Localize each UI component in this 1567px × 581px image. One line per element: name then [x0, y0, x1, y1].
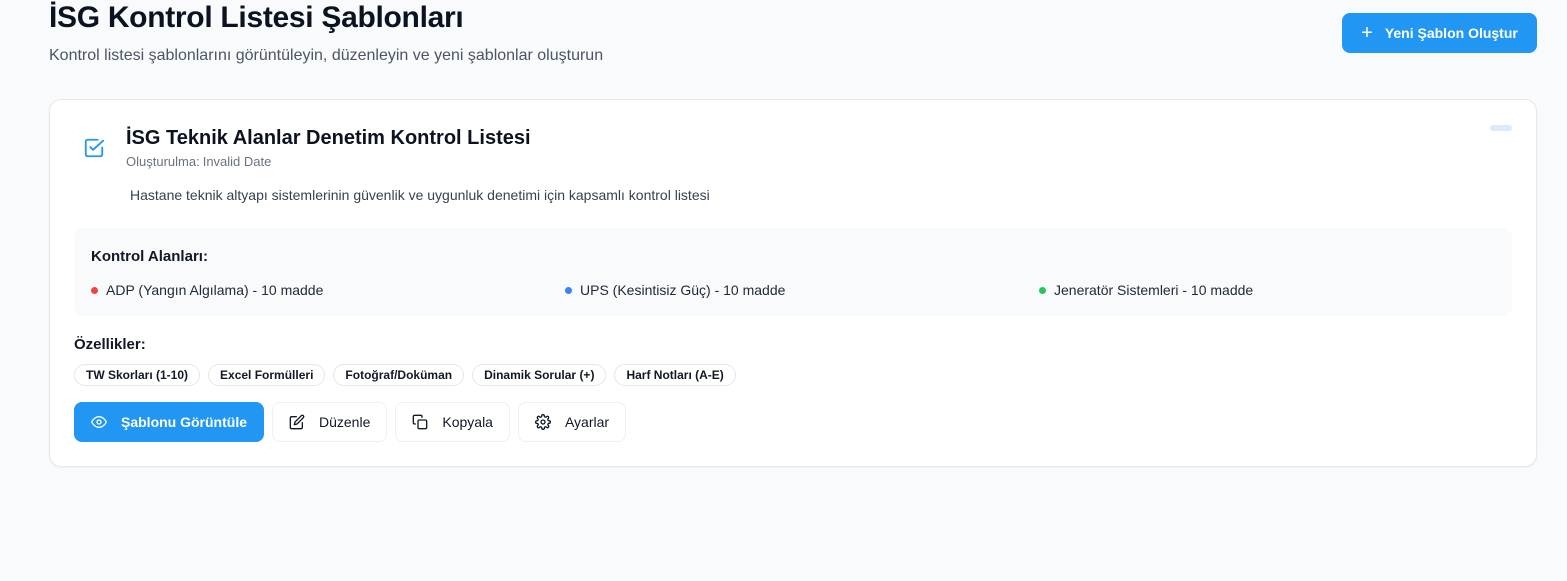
view-template-label: Şablonu Görüntüle — [121, 414, 247, 430]
control-area-item: UPS (Kesintisiz Güç) - 10 madde — [565, 281, 785, 299]
page-subtitle: Kontrol listesi şablonlarını görüntüleyi… — [49, 47, 604, 64]
control-area-item: ADP (Yangın Algılama) - 10 madde — [91, 281, 323, 299]
control-areas-title: Kontrol Alanları: — [91, 248, 208, 265]
edit-icon — [289, 414, 305, 430]
template-card: İSG Teknik Alanlar Denetim Kontrol Liste… — [49, 99, 1537, 467]
edit-label: Düzenle — [319, 414, 371, 430]
feature-badge: Dinamik Sorular (+) — [472, 364, 607, 386]
card-actions: Şablonu Görüntüle Düzenle Kopyala Ayarla… — [74, 402, 627, 442]
created-date: Oluşturulma: Invalid Date — [126, 154, 271, 170]
gear-icon — [535, 414, 551, 430]
new-template-label: Yeni Şablon Oluştur — [1384, 25, 1518, 41]
settings-button[interactable]: Ayarlar — [517, 402, 627, 442]
control-area-label: Jeneratör Sistemleri - 10 madde — [1054, 282, 1254, 298]
feature-badge: Excel Formülleri — [208, 364, 326, 386]
checkbox-icon — [83, 137, 105, 159]
features-title: Özellikler: — [74, 336, 146, 353]
view-template-button[interactable]: Şablonu Görüntüle — [74, 402, 264, 442]
copy-icon — [412, 414, 428, 430]
new-template-button[interactable]: + Yeni Şablon Oluştur — [1342, 13, 1537, 53]
page: İSG Kontrol Listesi Şablonları Kontrol l… — [0, 0, 1567, 581]
blue-dot-icon — [565, 286, 572, 294]
created-value: Invalid Date — [202, 154, 272, 169]
edit-button[interactable]: Düzenle — [272, 402, 388, 442]
template-title: İSG Teknik Alanlar Denetim Kontrol Liste… — [126, 127, 531, 149]
green-dot-icon — [1039, 286, 1046, 294]
feature-badge: Harf Notları (A-E) — [614, 364, 736, 386]
settings-label: Ayarlar — [564, 414, 610, 430]
feature-badge: TW Skorları (1-10) — [74, 364, 201, 386]
copy-button[interactable]: Kopyala — [395, 402, 510, 442]
red-dot-icon — [91, 286, 98, 294]
feature-badges: TW Skorları (1-10) Excel Formülleri Foto… — [74, 364, 736, 386]
control-area-label: UPS (Kesintisiz Güç) - 10 madde — [580, 282, 786, 298]
control-area-item: Jeneratör Sistemleri - 10 madde — [1039, 281, 1253, 299]
eye-icon — [91, 414, 107, 430]
page-title: İSG Kontrol Listesi Şablonları — [49, 1, 464, 34]
card-menu-handle[interactable] — [1490, 125, 1512, 131]
created-label: Oluşturulma: — [126, 154, 200, 169]
plus-icon: + — [1361, 22, 1373, 44]
control-areas-panel: Kontrol Alanları: ADP (Yangın Algılama) … — [74, 228, 1512, 316]
template-description: Hastane teknik altyapı sistemlerinin güv… — [130, 187, 710, 203]
control-area-label: ADP (Yangın Algılama) - 10 madde — [106, 282, 324, 298]
copy-label: Kopyala — [442, 414, 493, 430]
feature-badge: Fotoğraf/Doküman — [333, 364, 465, 386]
